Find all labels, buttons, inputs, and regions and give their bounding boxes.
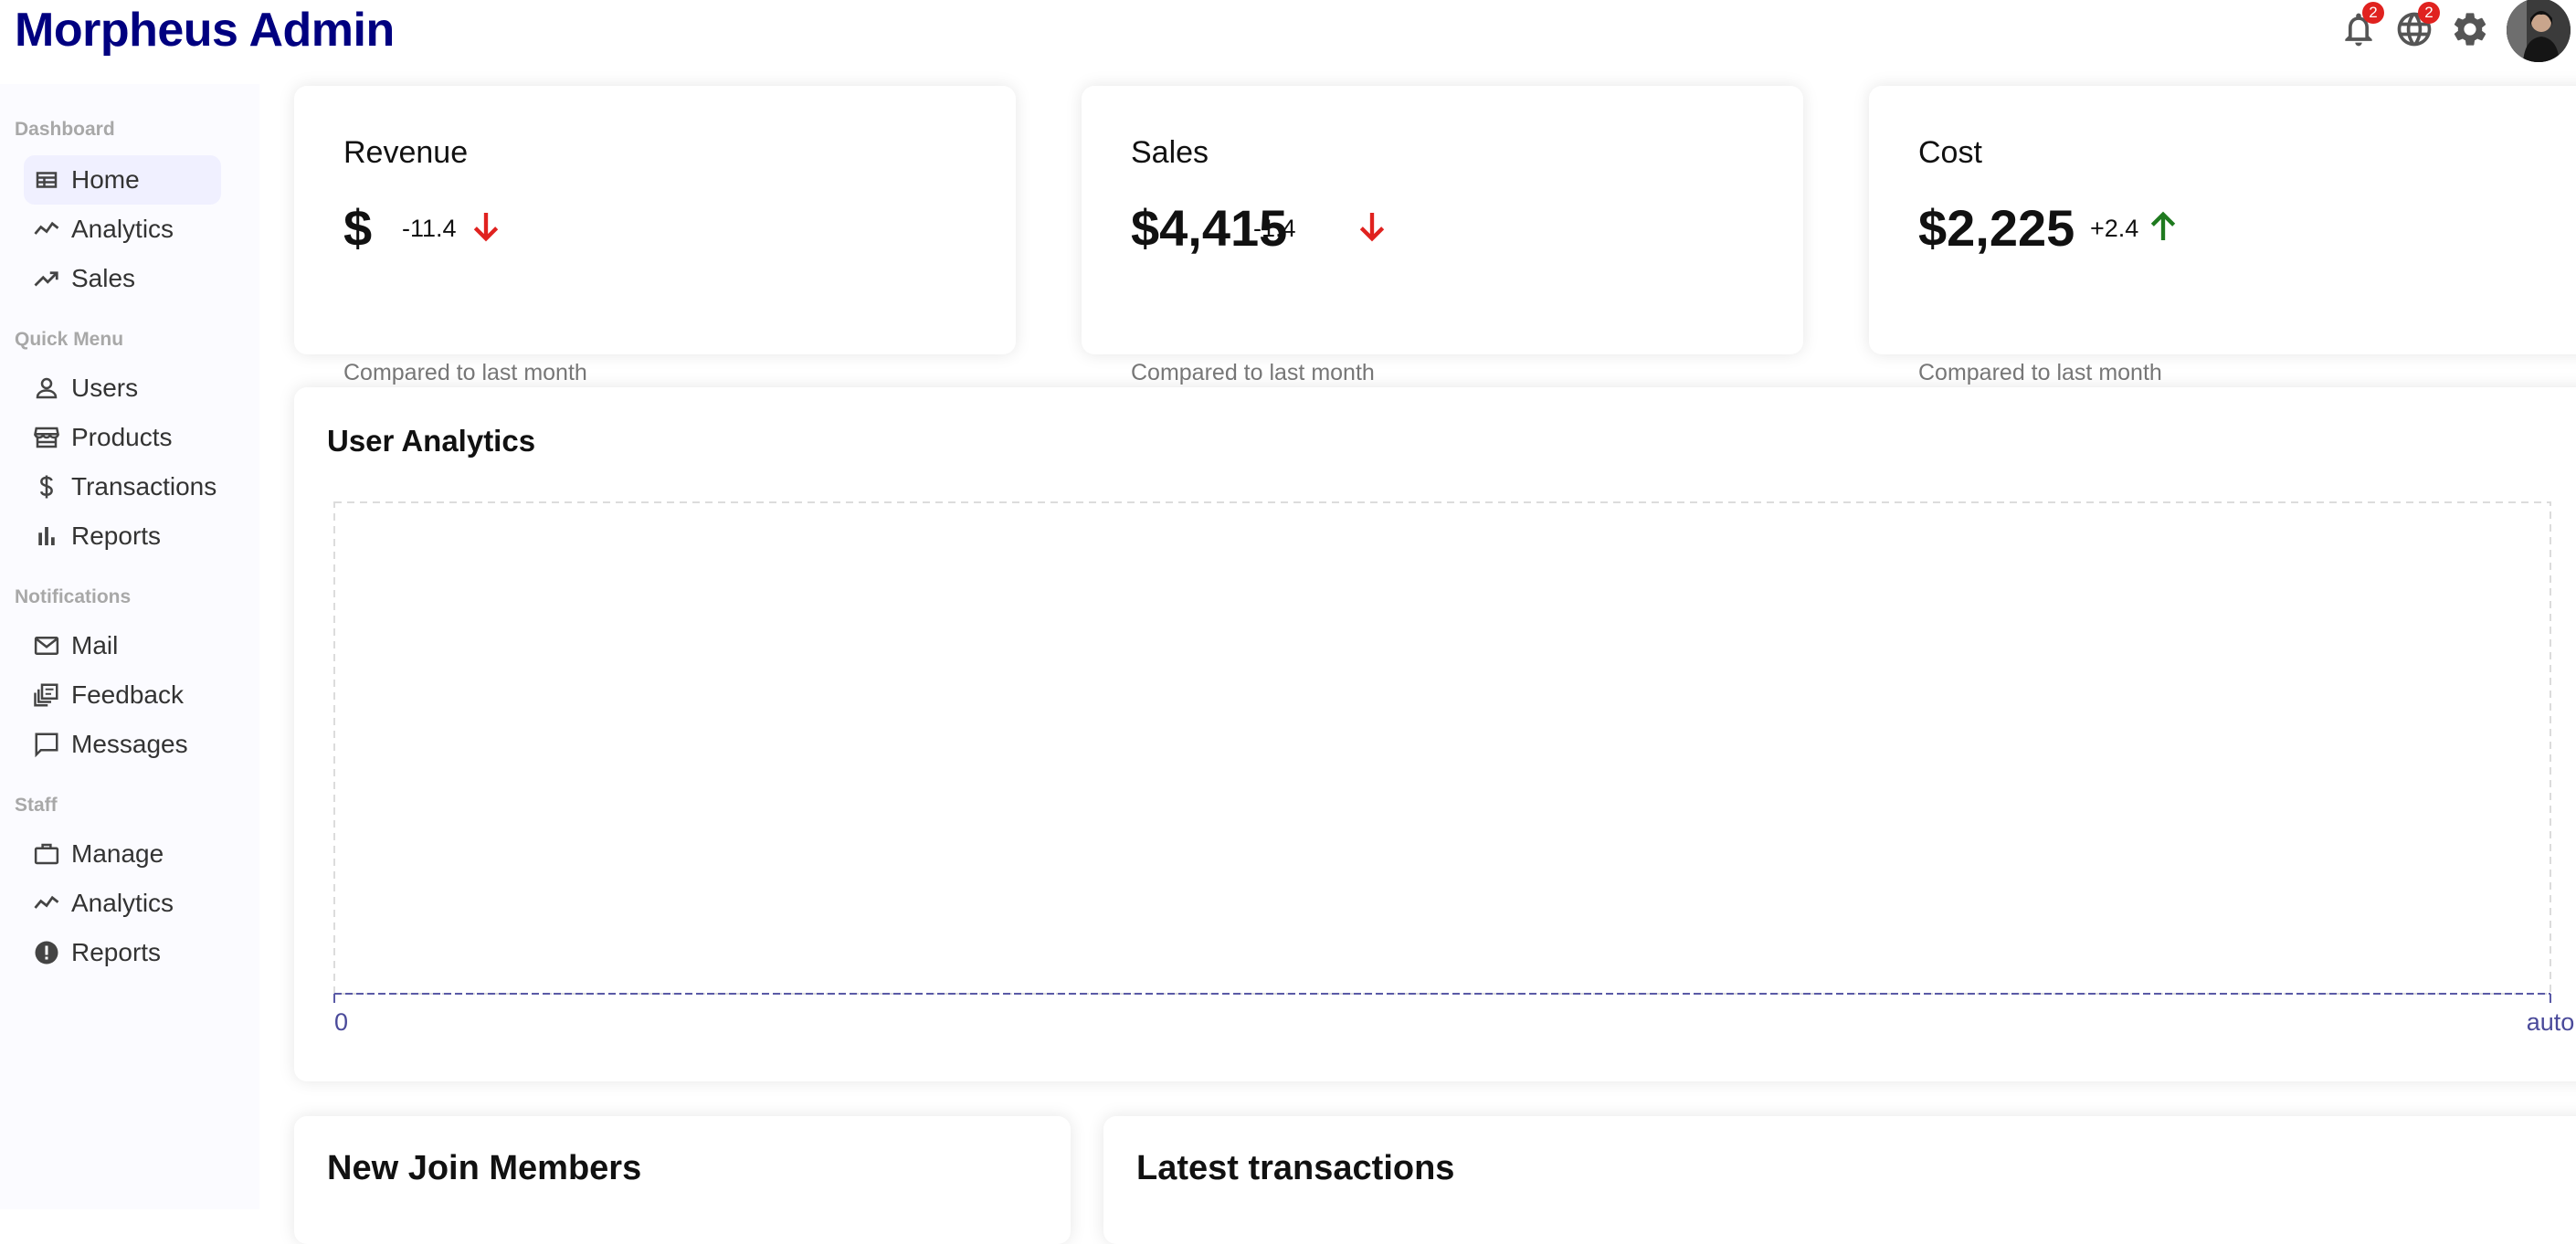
sidebar-item-label: Reports bbox=[71, 522, 162, 550]
sidebar-section-title: Quick Menu bbox=[15, 329, 124, 350]
sidebar-item-feedback[interactable]: Feedback bbox=[24, 670, 221, 720]
sidebar-item-home[interactable]: Home bbox=[24, 155, 221, 205]
latest-transactions-title: Latest transactions bbox=[1136, 1149, 1455, 1187]
sidebar-item-label: Reports bbox=[71, 938, 162, 966]
sidebar: Dashboard Home Analytics Sales Quick Men… bbox=[0, 84, 259, 1209]
sidebar-item-sales[interactable]: Sales bbox=[24, 254, 221, 303]
sidebar-item-label: Analytics bbox=[71, 889, 174, 917]
sidebar-item-reports[interactable]: Reports bbox=[24, 511, 221, 561]
language-button[interactable]: 2 bbox=[2394, 2, 2440, 49]
sidebar-item-staff-reports[interactable]: Reports bbox=[24, 928, 221, 977]
sidebar-item-products[interactable]: Products bbox=[24, 413, 221, 462]
sidebar-item-label: Feedback bbox=[71, 680, 184, 709]
featured-title: Cost bbox=[1918, 135, 1982, 170]
sidebar-item-label: Sales bbox=[71, 264, 136, 292]
latest-transactions-card: Latest transactions bbox=[1103, 1116, 2576, 1244]
storefront-icon bbox=[33, 424, 60, 451]
timeline-icon bbox=[33, 216, 60, 243]
topbar: Morpheus Admin 2 2 bbox=[0, 0, 2576, 69]
sidebar-item-manage[interactable]: Manage bbox=[24, 829, 221, 879]
featured-card-sales: Sales $4,415 -1.4 Compared to last month bbox=[1082, 86, 1803, 385]
sidebar-item-messages[interactable]: Messages bbox=[24, 720, 221, 769]
arrow-down-icon bbox=[468, 208, 504, 245]
sidebar-item-label: Users bbox=[71, 374, 139, 402]
person-icon bbox=[33, 374, 60, 402]
featured-title: Revenue bbox=[343, 135, 469, 170]
sidebar-item-label: Home bbox=[71, 165, 140, 194]
sidebar-section-title: Staff bbox=[15, 795, 58, 816]
sidebar-item-analytics[interactable]: Analytics bbox=[24, 205, 221, 254]
dollar-icon bbox=[33, 473, 60, 501]
featured-rate: -11.4 bbox=[402, 215, 457, 242]
featured-money: $2,225 bbox=[1918, 199, 2075, 257]
featured-rate: -1.4 bbox=[1253, 215, 1296, 242]
language-badge: 2 bbox=[2418, 2, 2440, 24]
user-avatar[interactable] bbox=[2507, 0, 2571, 62]
featured-money: $ bbox=[343, 199, 373, 257]
sidebar-item-label: Analytics bbox=[71, 215, 174, 243]
settings-icon bbox=[2450, 9, 2490, 49]
message-icon bbox=[33, 731, 60, 758]
work-icon bbox=[33, 840, 60, 868]
user-analytics-card: User Analytics 0 auto bbox=[294, 387, 2576, 1081]
sidebar-item-label: Products bbox=[71, 423, 173, 451]
new-members-title: New Join Members bbox=[327, 1149, 642, 1187]
settings-button[interactable] bbox=[2450, 9, 2490, 49]
mail-icon bbox=[33, 632, 60, 659]
featured-subtitle: Compared to last month bbox=[1918, 360, 2162, 385]
featured-rate: +2.4 bbox=[2090, 215, 2139, 242]
sidebar-section-title: Notifications bbox=[15, 586, 132, 607]
notifications-button[interactable]: 2 bbox=[2338, 2, 2384, 49]
user-analytics-chart: 0 auto bbox=[333, 501, 2575, 1036]
report-icon bbox=[33, 939, 60, 966]
feedback-icon bbox=[33, 681, 60, 709]
table-icon bbox=[33, 166, 60, 194]
featured-subtitle: Compared to last month bbox=[343, 360, 587, 385]
arrow-up-icon bbox=[2145, 208, 2181, 245]
sidebar-item-label: Transactions bbox=[71, 472, 217, 501]
featured-subtitle: Compared to last month bbox=[1131, 360, 1375, 385]
sidebar-item-label: Messages bbox=[71, 730, 188, 758]
featured-title: Sales bbox=[1131, 135, 1209, 170]
bar-chart-icon bbox=[33, 522, 60, 550]
trending-up-icon bbox=[33, 265, 60, 292]
sidebar-item-staff-analytics[interactable]: Analytics bbox=[24, 879, 221, 928]
sidebar-item-transactions[interactable]: Transactions bbox=[24, 462, 221, 511]
x-tick-label: auto bbox=[2527, 1008, 2575, 1036]
x-tick-label: 0 bbox=[334, 1008, 348, 1036]
new-members-card: New Join Members bbox=[294, 1116, 1071, 1244]
arrow-down-icon bbox=[1354, 208, 1390, 245]
timeline-icon bbox=[33, 890, 60, 917]
notification-badge: 2 bbox=[2362, 2, 2384, 24]
sidebar-section-title: Dashboard bbox=[15, 119, 115, 140]
sidebar-item-users[interactable]: Users bbox=[24, 364, 221, 413]
app-logo[interactable]: Morpheus Admin bbox=[15, 0, 395, 60]
sidebar-item-label: Mail bbox=[71, 631, 119, 659]
sidebar-item-label: Manage bbox=[71, 839, 164, 868]
chart-grid bbox=[333, 501, 2551, 995]
sidebar-item-mail[interactable]: Mail bbox=[24, 621, 221, 670]
featured-card-revenue: Revenue $ -11.4 Compared to last month bbox=[294, 86, 1016, 385]
featured-card-cost: Cost $2,225 +2.4 Compared to last month bbox=[1869, 86, 2576, 385]
